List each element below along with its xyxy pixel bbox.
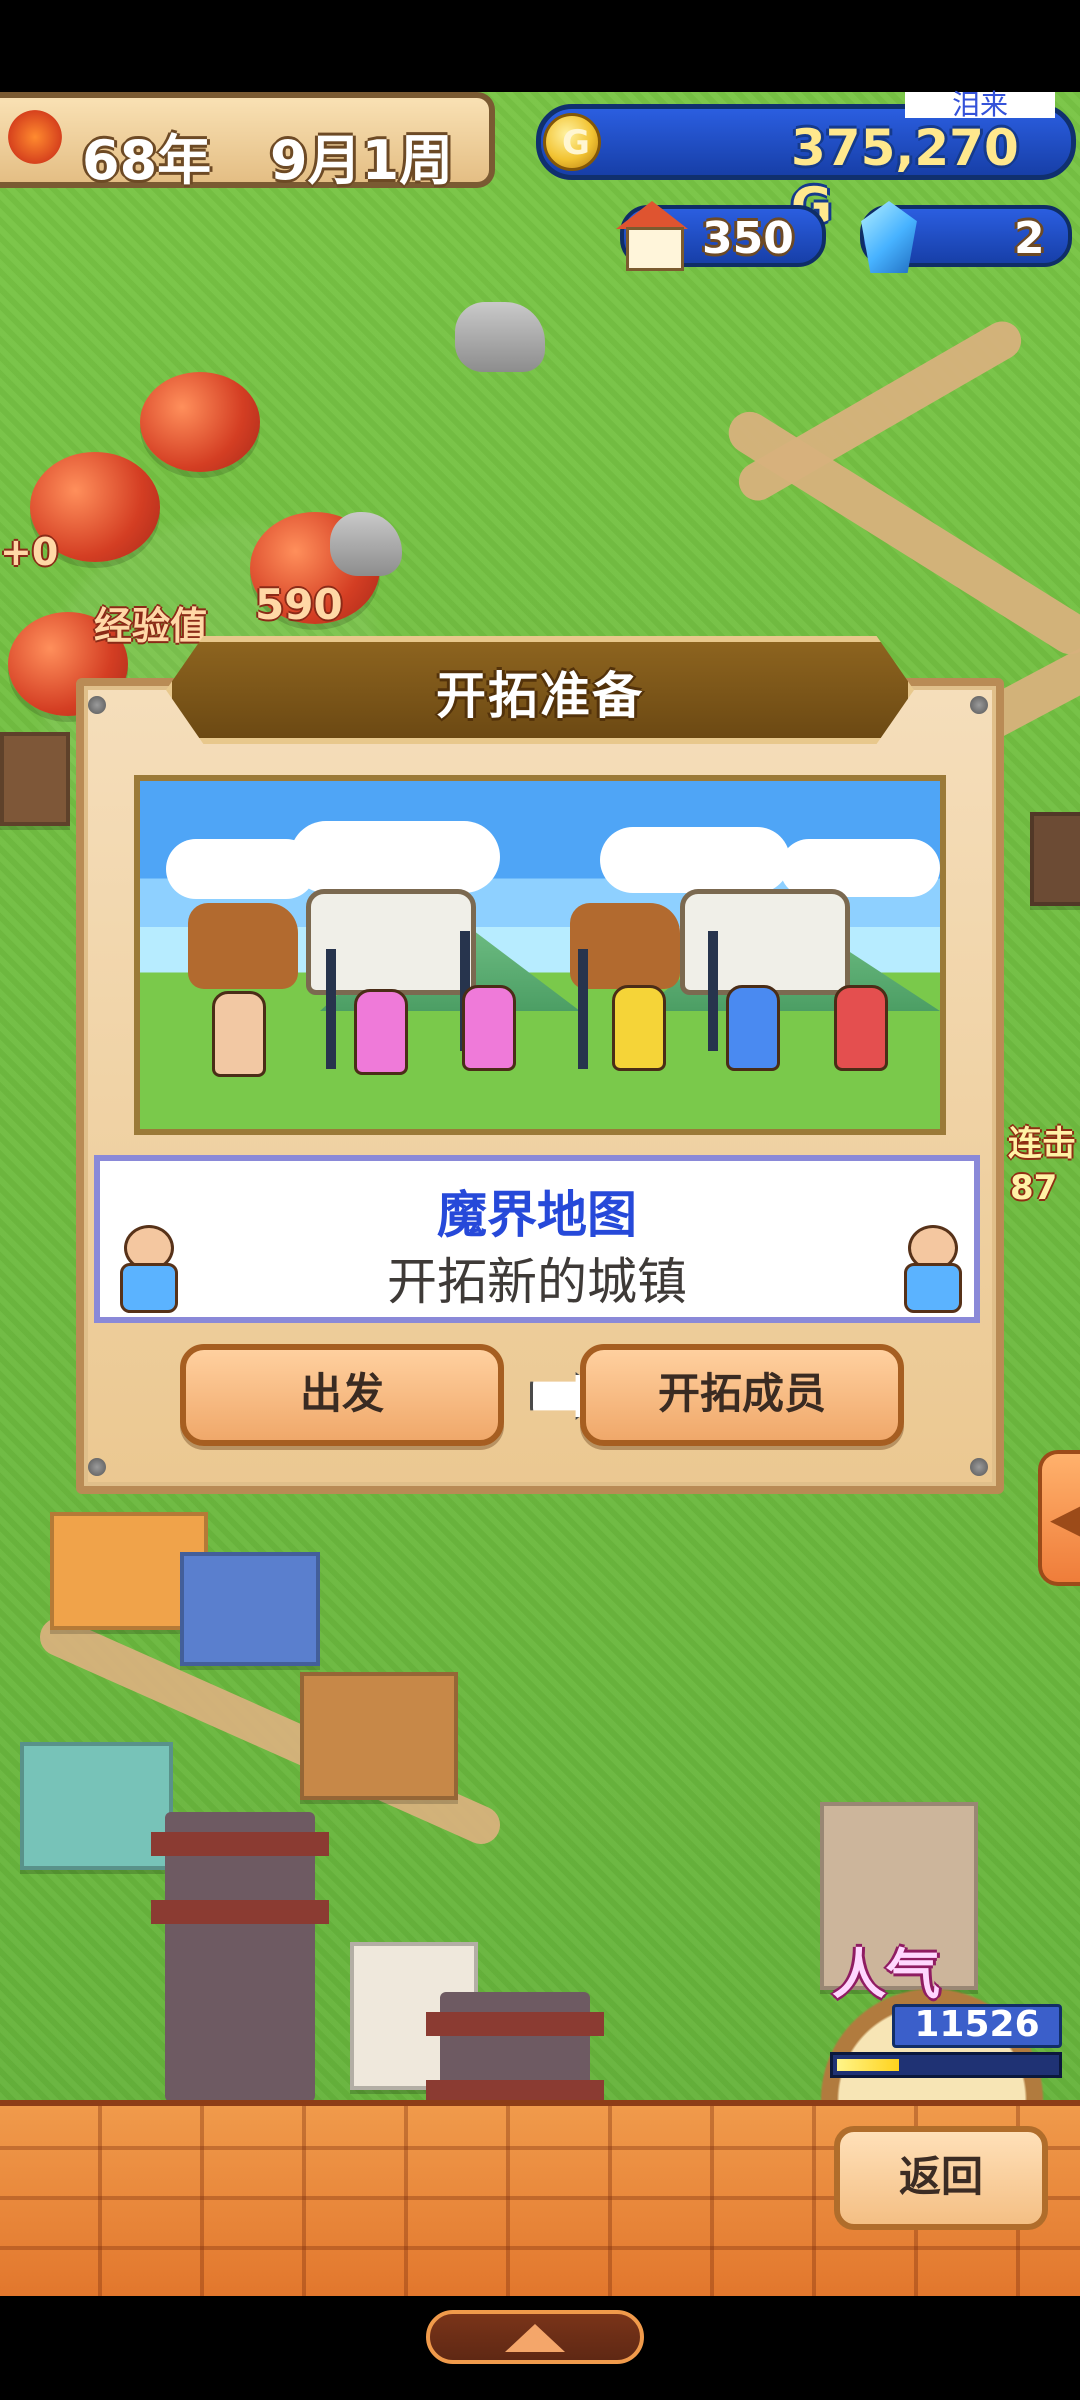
popularity-fill — [837, 2059, 900, 2071]
character-sprite — [834, 985, 888, 1071]
cloud — [600, 827, 790, 893]
side-tab[interactable]: ◀ — [1038, 1450, 1080, 1586]
left-plus-text: +0 — [0, 530, 59, 574]
spear — [708, 931, 718, 1051]
map-name: 魔界地图 — [437, 1186, 637, 1244]
houses-panel: 350 — [616, 201, 826, 271]
back-button[interactable]: 返回 — [834, 2126, 1048, 2230]
coin-icon: G — [543, 113, 601, 171]
expedition-scene — [134, 775, 946, 1135]
cheering-character-left — [108, 1225, 184, 1317]
character-sprite — [462, 985, 516, 1071]
right-building — [1030, 812, 1080, 906]
character-sprite — [726, 985, 780, 1071]
house-icon — [616, 201, 688, 271]
year-text: 68年 — [82, 129, 212, 192]
market-building — [300, 1672, 458, 1800]
right-combo-number: 87 — [1010, 1168, 1058, 1208]
path-segment — [731, 314, 1029, 508]
character-sprite — [612, 985, 666, 1071]
corner-bolt — [970, 696, 988, 714]
houses-count: 350 — [702, 213, 794, 264]
month-week-text: 9月1周 — [270, 129, 454, 192]
horse — [188, 903, 298, 989]
crystal-count: 2 — [1014, 213, 1045, 264]
popularity-value: 11526 — [914, 2004, 1040, 2045]
map-description: 开拓新的城镇 — [387, 1253, 687, 1311]
cloud — [290, 821, 500, 893]
left-building — [0, 732, 70, 826]
corner-bolt — [970, 1458, 988, 1476]
top-right-tag: 泪来 — [905, 91, 1055, 119]
pagoda-right — [426, 1992, 604, 2100]
maple-leaf-icon — [6, 108, 64, 166]
blue-roof-building — [180, 1552, 320, 1666]
rock — [330, 512, 402, 576]
exp-label: 经验值 — [94, 604, 209, 648]
path-segment — [720, 403, 1080, 663]
popularity-bar — [830, 2052, 1062, 2078]
corner-bolt — [88, 1458, 106, 1476]
corner-bolt — [88, 696, 106, 714]
rock — [455, 302, 545, 372]
covered-wagon — [680, 889, 850, 995]
up-arrow-icon — [505, 2324, 565, 2352]
dialog-title: 开拓准备 — [436, 667, 644, 725]
crystal-panel: 2 — [860, 201, 1072, 273]
cheering-character-right — [892, 1225, 968, 1317]
date-panel: 68年 9月1周 — [0, 92, 495, 192]
spear — [326, 949, 336, 1069]
popularity-label: 人气 — [832, 1943, 940, 2006]
character-sprite — [212, 991, 266, 1077]
depart-button[interactable]: 出发 — [180, 1344, 504, 1446]
pagoda-left — [151, 1812, 329, 2100]
autumn-tree — [140, 372, 260, 472]
members-button[interactable]: 开拓成员 — [580, 1344, 904, 1446]
left-arrow-icon: ◀ — [1050, 1496, 1080, 1542]
exp-value: 590 — [255, 580, 343, 629]
status-bar-area — [0, 0, 1080, 92]
right-combo-label: 连击 — [1008, 1124, 1076, 1164]
character-sprite — [354, 989, 408, 1075]
spear — [578, 949, 588, 1069]
